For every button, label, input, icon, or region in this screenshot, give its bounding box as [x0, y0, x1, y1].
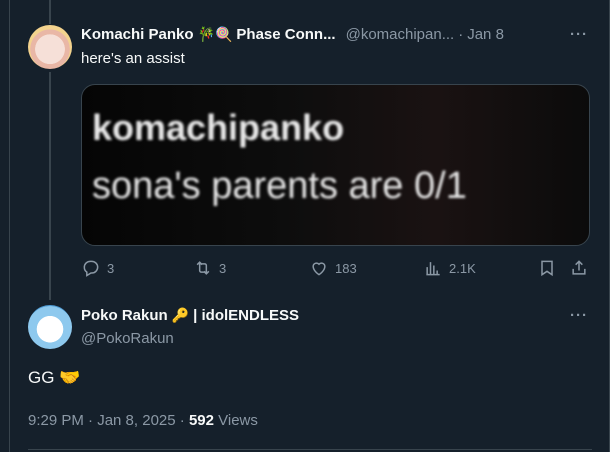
name-emoji: 🔑	[171, 307, 190, 323]
retweet-button[interactable]: 3	[193, 258, 226, 278]
like-icon	[312, 262, 326, 276]
media-text-line: komachipanko	[92, 107, 345, 148]
reply-count: 3	[107, 260, 115, 276]
left-border	[9, 0, 10, 452]
media-text-line: sona's parents are 0/1	[92, 165, 467, 207]
like-count: 183	[335, 260, 357, 276]
share-icon	[572, 260, 586, 275]
display-name[interactable]: Poko Rakun	[81, 307, 168, 324]
timestamp[interactable]: 9:29 PM · Jan 8, 2025 ·	[28, 412, 185, 429]
separator: ·	[458, 26, 464, 43]
views-count: 2.1K	[449, 260, 476, 276]
reply-icon	[83, 260, 99, 277]
retweet-icon	[196, 261, 210, 275]
main-tweet-header: Poko Rakun 🔑 | idolENDLESS	[81, 307, 299, 324]
tweet-meta: 9:29 PM · Jan 8, 2025 · 592 Views	[28, 412, 258, 429]
views-label: Views	[218, 412, 258, 429]
more-icon[interactable]: ···	[570, 307, 588, 324]
retweet-count: 3	[219, 260, 227, 276]
display-name-suffix[interactable]: | idolENDLESS	[193, 307, 299, 324]
views-icon	[426, 262, 440, 276]
tweet-text: GG 🤝	[28, 368, 81, 387]
share-button[interactable]	[569, 258, 589, 278]
views-count: 592	[188, 412, 214, 429]
thread-connector-top	[49, 0, 51, 24]
handle[interactable]: @komachipan...	[346, 26, 455, 43]
more-icon[interactable]: ···	[570, 26, 588, 43]
avatar[interactable]	[28, 305, 72, 349]
tweet-date[interactable]: Jan 8	[467, 26, 504, 43]
thread-connector	[49, 72, 51, 300]
bookmark-icon	[541, 260, 553, 277]
tweet-text: here's an assist	[81, 50, 185, 67]
avatar[interactable]	[28, 25, 72, 69]
display-name-suffix[interactable]: Phase Conn...	[236, 26, 335, 43]
divider	[28, 449, 592, 450]
name-emoji: 🎋🍭	[197, 26, 233, 42]
reply-button[interactable]: 3	[81, 258, 114, 278]
bookmark-button[interactable]	[537, 258, 557, 278]
action-bar: 3 3 183 2.1K	[81, 258, 591, 282]
display-name[interactable]: Komachi Panko	[81, 26, 194, 43]
views-button[interactable]: 2.1K	[423, 258, 476, 278]
media-image[interactable]: komachipanko sona's parents are 0/1	[81, 84, 590, 246]
handle[interactable]: @PokoRakun	[81, 330, 174, 347]
like-button[interactable]: 183	[309, 258, 357, 278]
parent-tweet-header: Komachi Panko 🎋🍭 Phase Conn... @komachip…	[81, 26, 591, 43]
